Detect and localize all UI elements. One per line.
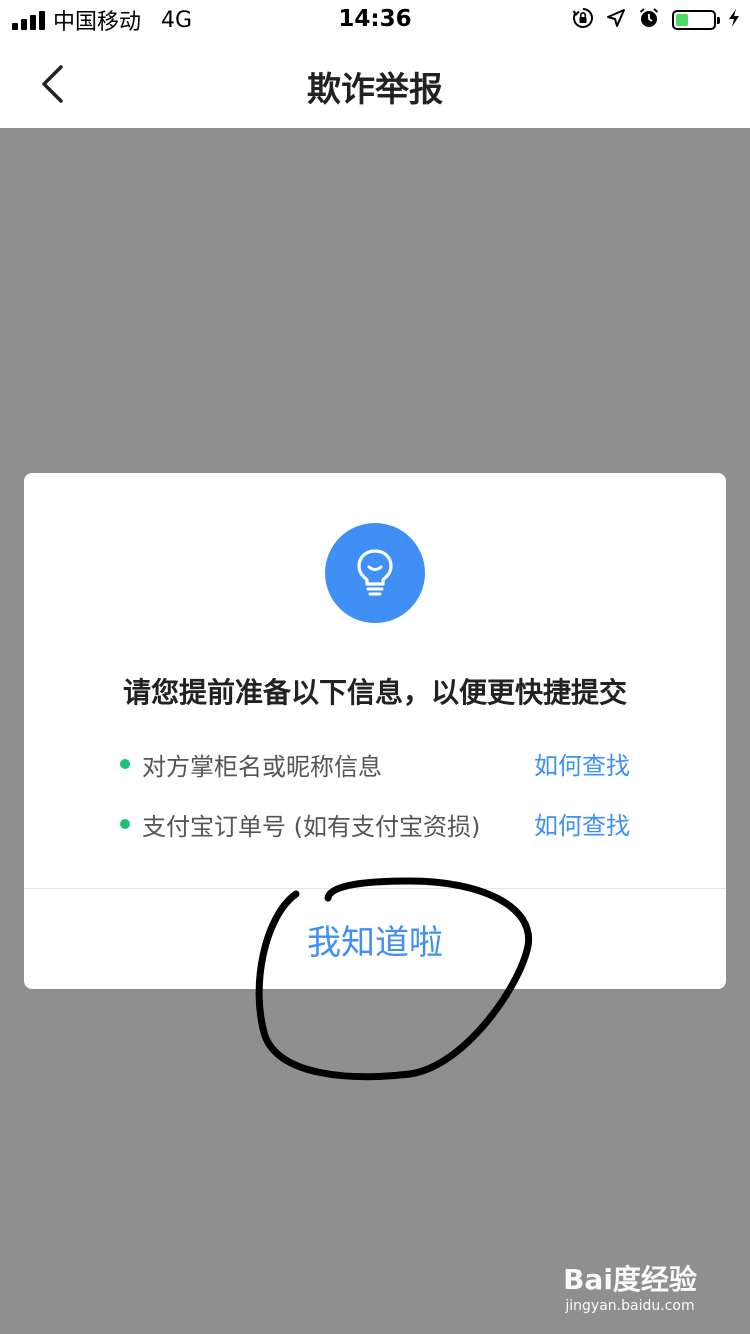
item-label: 支付宝订单号 (如有支付宝资损) — [142, 813, 481, 841]
watermark-logo: Bai度经验 — [563, 1263, 697, 1296]
battery-level — [676, 14, 688, 26]
item-label: 对方掌柜名或昵称信息 — [142, 753, 382, 781]
battery-icon — [672, 10, 720, 30]
watermark-url: jingyan.baidu.com — [565, 1298, 695, 1314]
list-item: 对方掌柜名或昵称信息 如何查找 — [120, 743, 630, 783]
rotation-lock-icon — [572, 7, 594, 33]
list-item: 支付宝订单号 (如有支付宝资损) 如何查找 — [120, 803, 630, 843]
status-right — [572, 6, 740, 34]
page-title: 欺诈举报 — [307, 70, 443, 110]
watermark: Bai度经验 jingyan.baidu.com — [550, 1258, 710, 1314]
info-dialog: 请您提前准备以下信息，以便更快捷提交 对方掌柜名或昵称信息 如何查找 支付宝订单… — [24, 473, 726, 989]
status-bar: 中国移动 4G 14:36 — [0, 0, 750, 40]
confirm-button[interactable]: 我知道啦 — [24, 889, 726, 989]
lightbulb-icon — [325, 523, 425, 623]
dialog-title: 请您提前准备以下信息，以便更快捷提交 — [122, 676, 627, 709]
how-to-find-link[interactable]: 如何查找 — [534, 746, 630, 781]
bullet-dot — [120, 819, 130, 829]
bullet-dot — [120, 759, 130, 769]
charging-icon — [728, 8, 740, 32]
location-icon — [606, 8, 626, 32]
alarm-icon — [638, 7, 660, 33]
nav-bar: 欺诈举报 — [0, 40, 750, 128]
how-to-find-link[interactable]: 如何查找 — [534, 806, 630, 841]
